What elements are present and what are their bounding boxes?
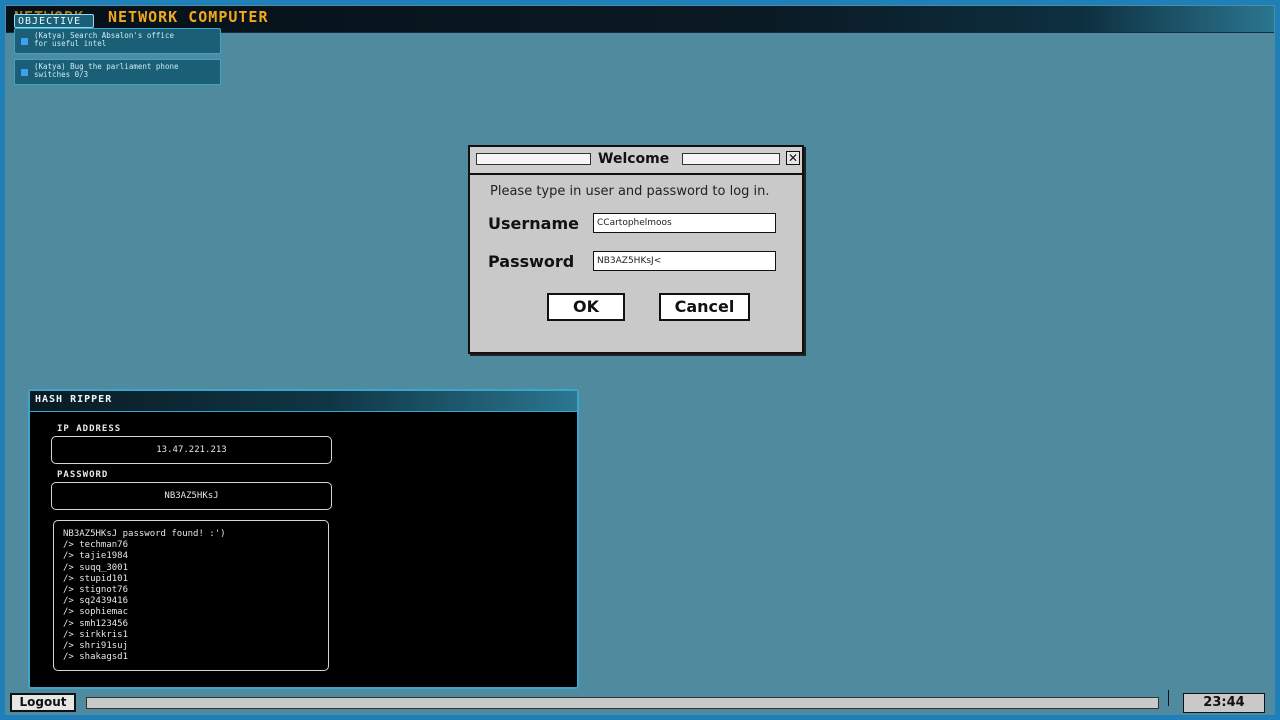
ip-address-label: IP ADDRESS xyxy=(57,424,122,434)
log-line: NB3AZ5HKsJ password found! :') xyxy=(63,529,226,539)
taskbar-divider xyxy=(1168,690,1169,706)
password-label: PASSWORD xyxy=(57,470,109,480)
log-line: /> shri91suj xyxy=(63,641,129,652)
objective-text: (Katya) Bug the parliament phone switche… xyxy=(34,62,179,79)
ok-button[interactable]: OK xyxy=(547,293,625,321)
password-input[interactable]: NB3AZ5HKsJ< xyxy=(593,251,776,271)
objective-item[interactable]: (Katya) Search Absalon's office for usef… xyxy=(14,28,221,54)
hash-ripper-title: HASH RIPPER xyxy=(35,394,113,405)
close-icon[interactable]: ✕ xyxy=(786,151,800,165)
username-input[interactable]: CCartophelmoos xyxy=(593,213,776,233)
app-title: NETWORK COMPUTER xyxy=(108,8,269,26)
log-line: /> stignot76 xyxy=(63,585,129,596)
title-stripe-right xyxy=(682,153,780,165)
log-line: /> tajie1984 xyxy=(63,551,129,562)
objective-marker-icon xyxy=(21,38,28,45)
log-line: /> sophiemac xyxy=(63,607,129,618)
login-message: Please type in user and password to log … xyxy=(490,184,770,199)
password-field[interactable]: NB3AZ5HKsJ xyxy=(51,482,332,510)
log-line: /> smh123456 xyxy=(63,618,129,629)
title-stripe-left xyxy=(476,153,591,165)
objective-tag: OBJECTIVE xyxy=(14,14,94,28)
taskbar[interactable] xyxy=(86,697,1159,709)
log-line: /> sq2439416 xyxy=(63,596,129,607)
password-label: Password xyxy=(488,252,575,271)
dialog-title-bar[interactable]: Welcome ✕ xyxy=(470,147,802,175)
log-line: /> techman76 xyxy=(63,540,129,551)
cancel-button[interactable]: Cancel xyxy=(659,293,750,321)
log-line: /> suqq_3001 xyxy=(63,562,129,573)
objective-marker-icon xyxy=(21,69,28,76)
ip-address-field[interactable]: 13.47.221.213 xyxy=(51,436,332,464)
objective-text: (Katya) Search Absalon's office for usef… xyxy=(34,31,174,48)
log-line: /> sirkkris1 xyxy=(63,629,129,640)
logout-button[interactable]: Logout xyxy=(10,693,76,712)
hash-ripper-window: HASH RIPPER IP ADDRESS 13.47.221.213 PAS… xyxy=(28,389,579,689)
login-dialog: Welcome ✕ Please type in user and passwo… xyxy=(468,145,804,354)
objective-item[interactable]: (Katya) Bug the parliament phone switche… xyxy=(14,59,221,85)
clock: 23:44 xyxy=(1183,693,1265,713)
log-line: /> stupid101 xyxy=(63,573,129,584)
hash-ripper-title-bar[interactable]: HASH RIPPER xyxy=(30,391,577,412)
username-label: Username xyxy=(488,214,579,233)
dialog-title: Welcome xyxy=(598,151,670,167)
hash-log: NB3AZ5HKsJ password found! :') /> techma… xyxy=(53,520,329,671)
log-line: /> shakagsd1 xyxy=(63,652,129,663)
